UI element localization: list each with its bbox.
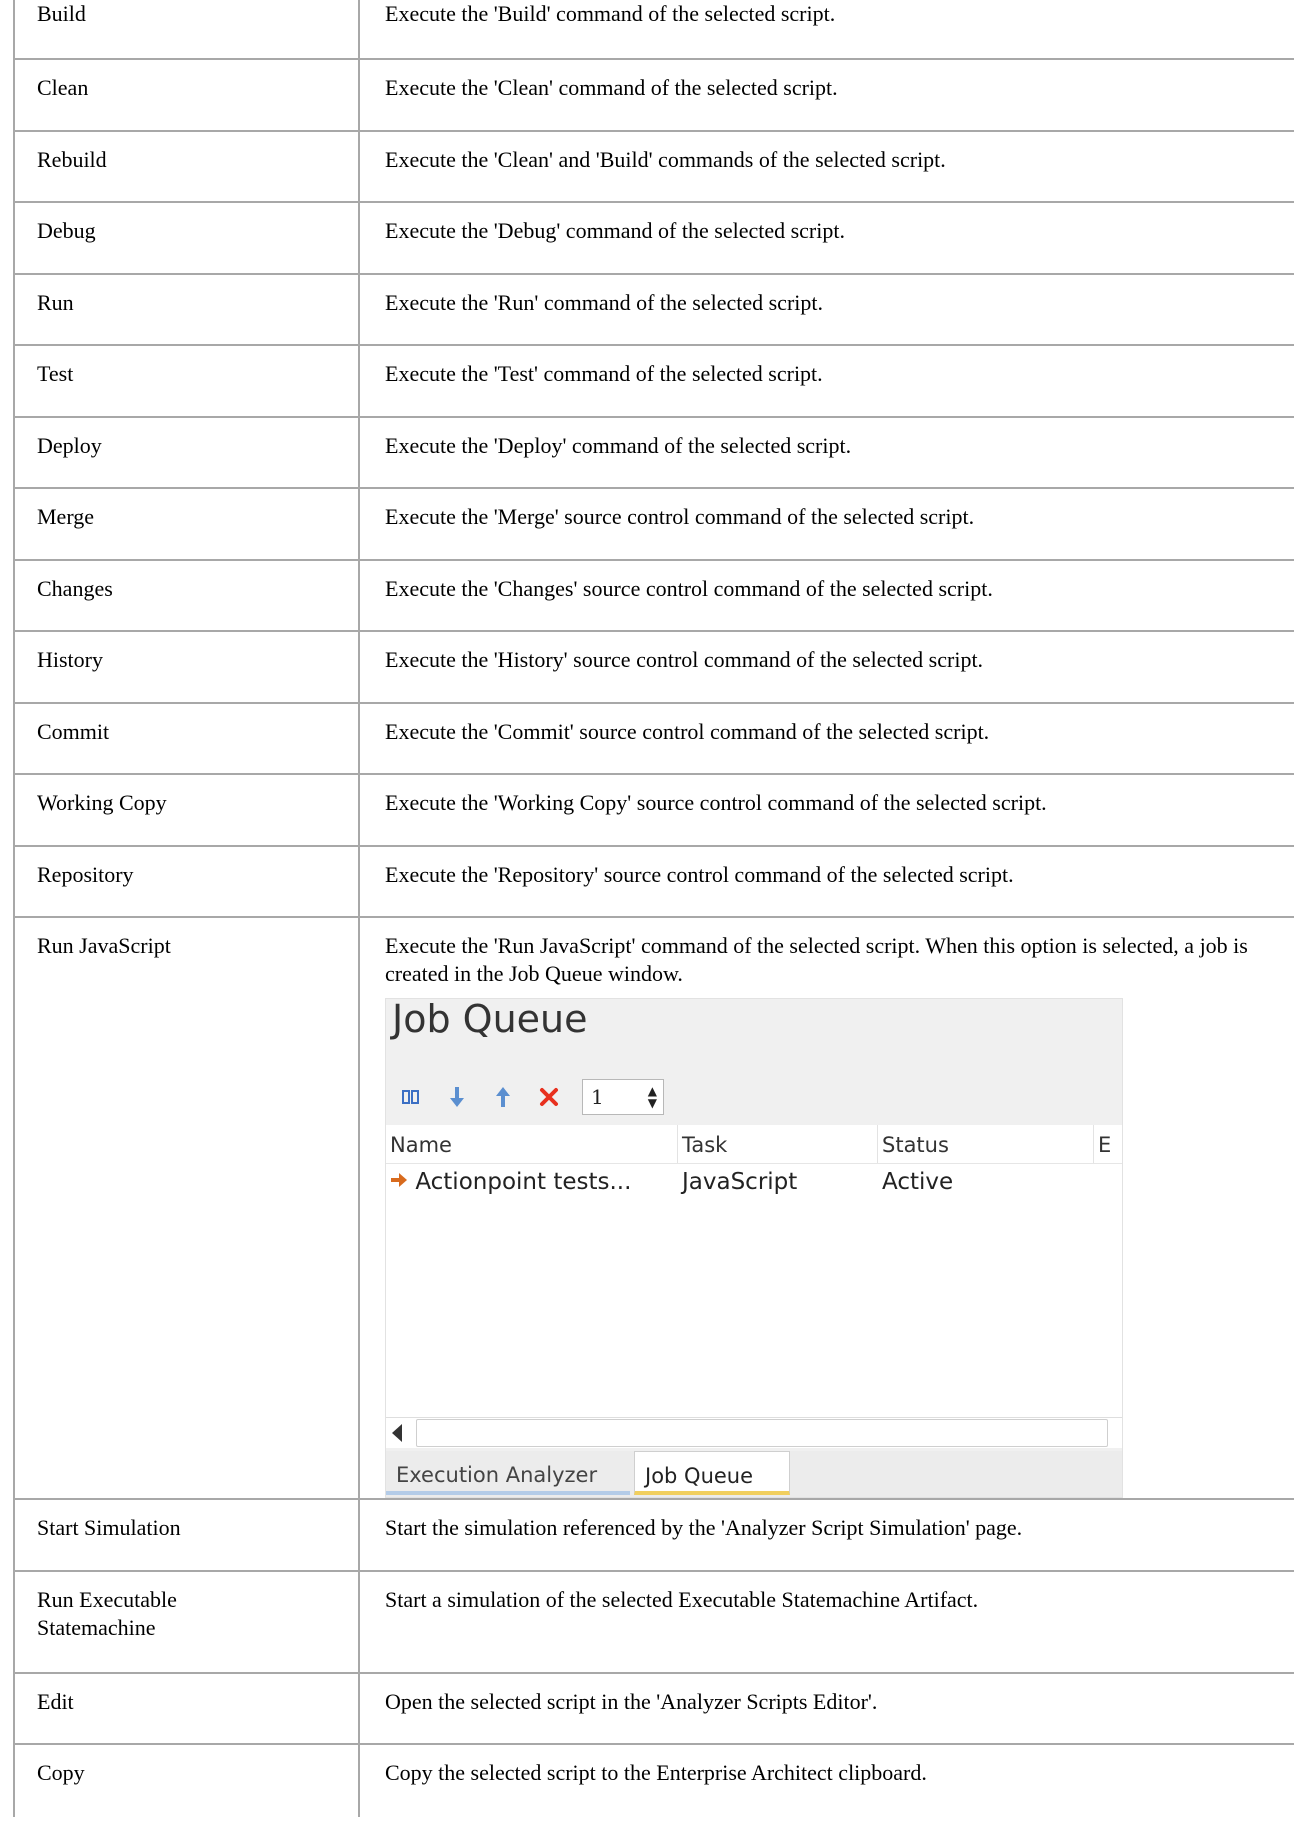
list-item[interactable]: Actionpoint tests... JavaScript Active — [386, 1164, 1122, 1202]
move-down-icon — [450, 1087, 464, 1107]
table-row: Copy Copy the selected script to the Ent… — [13, 1743, 1294, 1817]
command-cell: Deploy — [13, 415, 360, 489]
command-cell: Build — [13, 0, 360, 60]
command-cell: Rebuild — [13, 129, 360, 203]
table-row: Working Copy Execute the 'Working Copy' … — [13, 773, 1294, 847]
table-row: Clean Execute the 'Clean' command of the… — [13, 58, 1294, 132]
table-row: Edit Open the selected script in the 'An… — [13, 1671, 1294, 1745]
column-header-task[interactable]: Task — [678, 1125, 878, 1163]
description-cell: Execute the 'Build' command of the selec… — [358, 0, 1294, 60]
spinner-value: 1 — [591, 1085, 604, 1109]
concurrency-spinner[interactable]: 1 ▲ ▼ — [582, 1079, 664, 1115]
command-cell: Repository — [13, 844, 360, 918]
tab-job-queue[interactable]: Job Queue — [634, 1451, 790, 1495]
command-cell: Working Copy — [13, 773, 360, 847]
column-header-status[interactable]: Status — [878, 1125, 1094, 1163]
description-cell: Start a simulation of the selected Execu… — [358, 1569, 1294, 1674]
job-status: Active — [882, 1169, 954, 1195]
description-cell: Execute the 'Test' command of the select… — [358, 344, 1294, 418]
command-cell: Test — [13, 344, 360, 418]
move-down-button[interactable] — [440, 1080, 474, 1114]
window-title: Job Queue — [392, 998, 588, 1041]
table-row: Start Simulation Start the simulation re… — [13, 1498, 1294, 1572]
description-cell: Execute the 'History' source control com… — [358, 630, 1294, 704]
move-up-button[interactable] — [486, 1080, 520, 1114]
tab-bar: Execution Analyzer Job Queue — [386, 1451, 1122, 1497]
spin-down-icon[interactable]: ▼ — [648, 1097, 657, 1109]
toolbar: 1 ▲ ▼ — [394, 1077, 664, 1117]
description-cell: Execute the 'Changes' source control com… — [358, 558, 1294, 632]
command-cell: Copy — [13, 1743, 360, 1817]
arrow-right-icon — [391, 1173, 407, 1187]
move-up-icon — [496, 1087, 510, 1107]
pause-icon — [402, 1090, 419, 1104]
command-cell: Changes — [13, 558, 360, 632]
description-text: Execute the 'Run JavaScript' command of … — [385, 933, 1248, 986]
command-cell: Clean — [13, 58, 360, 132]
job-list: Name Task Status E Actionpoint tests... … — [386, 1125, 1122, 1417]
table-row: Build Execute the 'Build' command of the… — [13, 0, 1294, 60]
command-cell: Commit — [13, 701, 360, 775]
table-row: Merge Execute the 'Merge' source control… — [13, 487, 1294, 561]
column-header-e[interactable]: E — [1094, 1125, 1122, 1163]
commands-table: Build Execute the 'Build' command of the… — [13, 0, 1294, 1817]
command-cell: Run JavaScript — [13, 916, 360, 1500]
description-cell: Execute the 'Deploy' command of the sele… — [358, 415, 1294, 489]
command-cell: Debug — [13, 201, 360, 275]
job-name-cell: Actionpoint tests... — [386, 1164, 678, 1202]
job-task: JavaScript — [682, 1169, 798, 1195]
command-cell: Edit — [13, 1671, 360, 1745]
description-cell: Open the selected script in the 'Analyze… — [358, 1671, 1294, 1745]
table-row: Rebuild Execute the 'Clean' and 'Build' … — [13, 129, 1294, 203]
scroll-left-icon[interactable] — [392, 1424, 402, 1442]
table-row: Run Executable Statemachine Start a simu… — [13, 1569, 1294, 1674]
column-header-name[interactable]: Name — [386, 1125, 678, 1163]
scrollbar-track[interactable] — [416, 1419, 1108, 1447]
tab-execution-analyzer[interactable]: Execution Analyzer — [386, 1451, 630, 1495]
spinner-arrows[interactable]: ▲ ▼ — [648, 1085, 657, 1109]
delete-button[interactable] — [532, 1080, 566, 1114]
list-header: Name Task Status E — [386, 1125, 1122, 1164]
description-cell: Execute the 'Merge' source control comma… — [358, 487, 1294, 561]
command-cell: Start Simulation — [13, 1498, 360, 1572]
pause-button[interactable] — [394, 1080, 428, 1114]
command-cell: Run Executable Statemachine — [13, 1569, 360, 1674]
description-cell: Execute the 'Run JavaScript' command of … — [358, 916, 1294, 1500]
description-cell: Execute the 'Debug' command of the selec… — [358, 201, 1294, 275]
table-row: Run JavaScript Execute the 'Run JavaScri… — [13, 916, 1294, 1500]
description-cell: Execute the 'Commit' source control comm… — [358, 701, 1294, 775]
description-cell: Copy the selected script to the Enterpri… — [358, 1743, 1294, 1817]
table-row: Run Execute the 'Run' command of the sel… — [13, 272, 1294, 346]
table-row: Changes Execute the 'Changes' source con… — [13, 558, 1294, 632]
table-row: Repository Execute the 'Repository' sour… — [13, 844, 1294, 918]
description-cell: Execute the 'Repository' source control … — [358, 844, 1294, 918]
description-cell: Execute the 'Clean' and 'Build' commands… — [358, 129, 1294, 203]
command-cell: Merge — [13, 487, 360, 561]
delete-icon — [540, 1088, 558, 1106]
table-row: History Execute the 'History' source con… — [13, 630, 1294, 704]
command-cell: History — [13, 630, 360, 704]
description-cell: Execute the 'Run' command of the selecte… — [358, 272, 1294, 346]
command-label: Run Executable Statemachine — [37, 1586, 177, 1640]
command-cell: Run — [13, 272, 360, 346]
description-cell: Execute the 'Clean' command of the selec… — [358, 58, 1294, 132]
job-name: Actionpoint tests... — [415, 1169, 632, 1195]
table-row: Test Execute the 'Test' command of the s… — [13, 344, 1294, 418]
description-cell: Start the simulation referenced by the '… — [358, 1498, 1294, 1572]
job-queue-window: Job Queue 1 ▲ ▼ Name Task Status E Actio… — [385, 998, 1123, 1498]
table-row: Deploy Execute the 'Deploy' command of t… — [13, 415, 1294, 489]
table-row: Debug Execute the 'Debug' command of the… — [13, 201, 1294, 275]
horizontal-scrollbar[interactable] — [386, 1417, 1122, 1448]
description-cell: Execute the 'Working Copy' source contro… — [358, 773, 1294, 847]
table-row: Commit Execute the 'Commit' source contr… — [13, 701, 1294, 775]
